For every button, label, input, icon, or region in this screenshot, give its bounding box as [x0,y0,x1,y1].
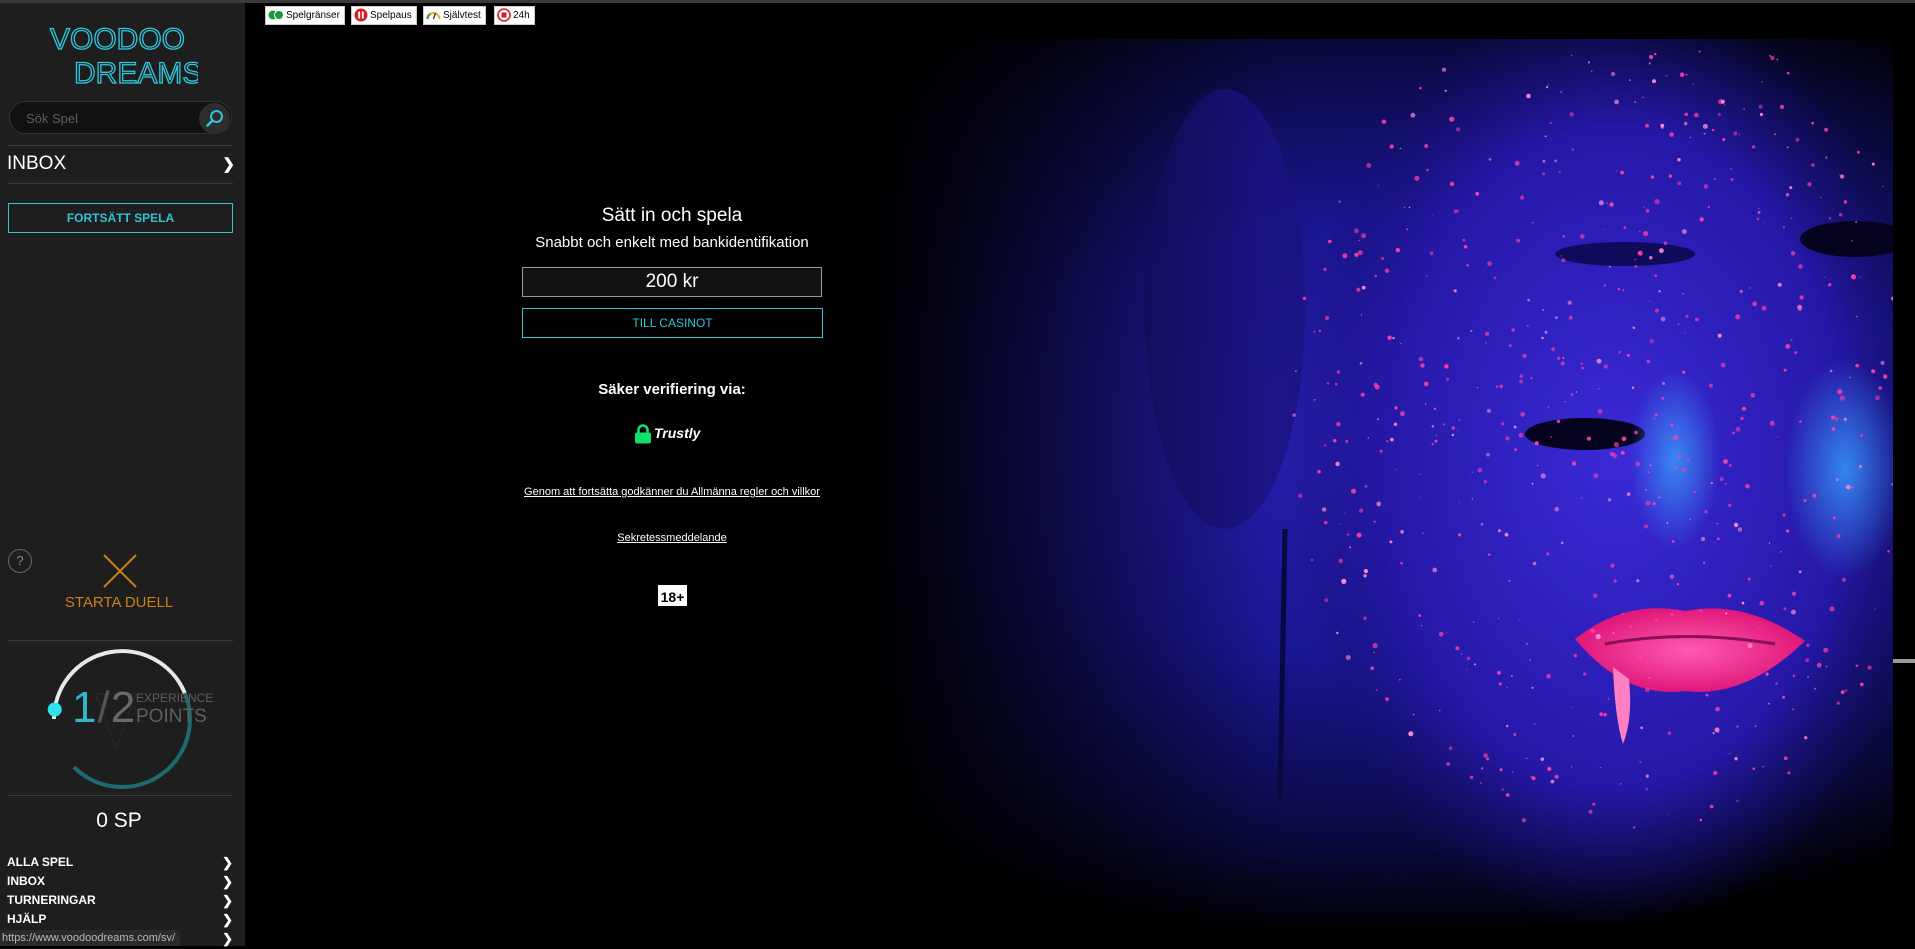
search-input[interactable] [24,102,188,135]
nav-label: INBOX [7,874,46,888]
hero-banner [245,39,1893,939]
xp-total: 2 [110,683,137,732]
xp-separator: / [97,683,111,732]
privacy-link[interactable]: Sekretessmeddelande [522,532,822,544]
help-icon[interactable]: ? [8,549,32,573]
top-border [0,0,1915,3]
nav-item-inbox[interactable]: INBOX ❯ [7,874,233,892]
divider [8,795,233,796]
pause-icon [354,8,368,22]
search-button[interactable] [199,103,230,134]
nav-item-tournaments[interactable]: TURNERINGAR ❯ [7,893,233,911]
divider [8,145,233,146]
logo-line2: DREAMS [74,57,198,90]
divider [8,183,233,184]
xp-label-big: POINTS [136,706,207,727]
chevron-right-icon: ❯ [222,893,233,908]
xp-current: 1 [72,683,98,732]
page-subtitle: Snabbt och enkelt med bankidentifikation [535,234,809,251]
search-icon [206,110,223,127]
lock-icon [635,424,651,444]
trustly-logo: Trustly [634,422,700,444]
badge-label: Spelgränser [286,10,340,21]
chevron-right-icon: ❯ [222,912,233,927]
deposit-amount-input[interactable] [522,267,822,297]
crossed-swords-icon[interactable] [101,552,139,590]
age-restriction-badge: 18+ [656,583,689,608]
sidebar-inbox-link[interactable]: INBOX ❯ [7,153,235,179]
nav-item-all-games[interactable]: ALLA SPEL ❯ [7,855,233,873]
badge-24h[interactable]: 24h [494,6,535,25]
continue-playing-button[interactable]: FORTSÄTT SPELA [8,203,233,233]
status-bar-url: https://www.voodoodreams.com/sv/ [0,930,181,946]
terms-link[interactable]: Genom att fortsätta godkänner du Allmänn… [522,485,822,500]
stop-icon [497,8,511,23]
badge-label: 24h [513,10,530,21]
nav-item-help[interactable]: HJÄLP ❯ [7,912,233,930]
divider [8,640,233,641]
scrollbar[interactable] [1893,39,1915,939]
page-title: Sätt in och spela [601,205,743,226]
scrollbar-thumb[interactable] [1893,659,1915,663]
neon-face-image [245,39,1893,939]
voodoo-dreams-logo[interactable]: VOODOO DREAMS [48,17,198,91]
start-duel-button[interactable]: STARTA DUELL [0,594,238,611]
badge-label: Självtest [443,10,481,21]
nav-label: TURNERINGAR [7,893,96,907]
provider-name: Trustly [654,425,701,441]
limits-icon [268,10,284,21]
nav-label: ALLA SPEL [7,855,74,869]
chevron-right-icon: ❯ [222,931,233,946]
xp-label-small: EXPERIENCE [136,691,214,705]
badge-pause[interactable]: Spelpaus [351,6,417,25]
xp-count: 1/2 [72,683,136,733]
badge-selftest[interactable]: Självtest [423,6,486,25]
chevron-right-icon: ❯ [222,874,233,889]
badge-label: Spelpaus [370,10,412,21]
sp-balance: 0 SP [96,809,142,832]
secure-verification-label: Säker verifiering via: [598,381,746,398]
inbox-label: INBOX [7,153,67,174]
logo-line1: VOODOO [50,23,185,56]
nav-label: HJÄLP [7,912,47,926]
progress-handle [47,702,62,717]
sidebar: VOODOO DREAMS INBOX ❯ FORTSÄTT SPELA ? S… [0,3,245,946]
to-casino-button[interactable]: TILL CASINOT [522,308,823,338]
gauge-icon [426,12,441,20]
chevron-right-icon: ❯ [222,156,235,173]
chevron-right-icon: ❯ [222,855,233,870]
badge-limits[interactable]: Spelgränser [265,6,345,25]
search-box [9,101,232,135]
